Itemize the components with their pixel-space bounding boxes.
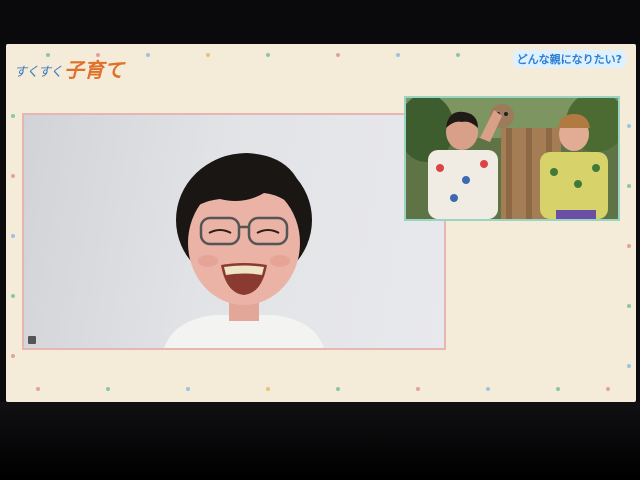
main-video-feed <box>22 113 446 350</box>
tv-bezel-top <box>0 0 640 44</box>
show-logo: すくすく 子育て <box>14 54 124 80</box>
video-feed-indicator-icon <box>28 336 36 344</box>
broadcast-screen: すくすく 子育て どんな親になりたい? <box>6 44 636 402</box>
logo-small-text: すくすく <box>14 65 63 80</box>
corner-title: どんな親になりたい? <box>512 50 626 68</box>
video-caller-figure <box>164 153 324 348</box>
logo-big-text: 子育て <box>64 58 125 82</box>
decorative-border-left <box>10 104 16 384</box>
decorative-border-bottom <box>6 384 636 394</box>
decorative-border-right <box>626 104 632 384</box>
studio-scene <box>406 98 618 219</box>
tv-bezel-bottom <box>0 402 640 480</box>
studio-pip-video <box>404 96 620 221</box>
